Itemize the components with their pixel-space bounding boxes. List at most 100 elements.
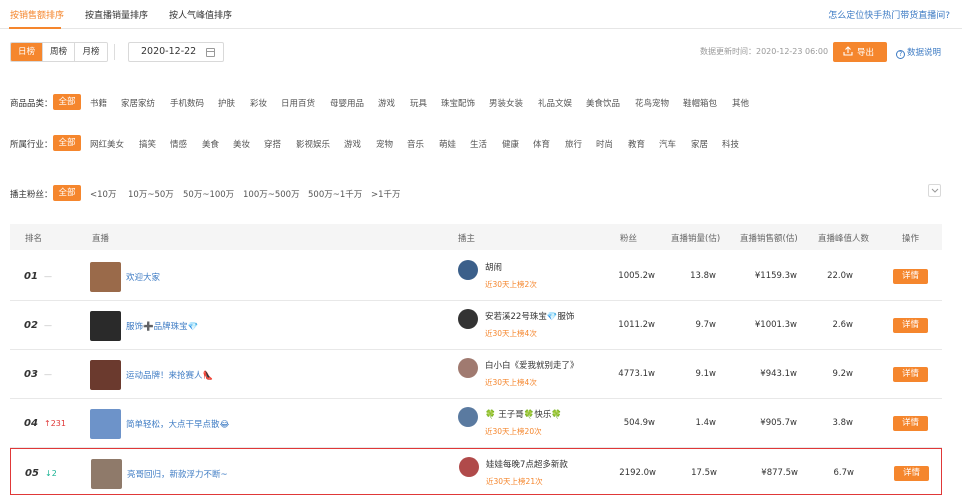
expand-filters-button[interactable] [928,184,941,197]
streamer-name[interactable]: 娃娃每晚7点超多新款 [486,458,568,470]
fans-option[interactable]: 10万~50万 [128,188,174,200]
data-description-link[interactable]: ? 数据说明 [896,46,941,59]
industry-option[interactable]: 旅行 [565,138,582,150]
detail-button[interactable]: 详情 [894,466,929,481]
category-option[interactable]: 花鸟宠物 [635,97,669,109]
streamer-avatar[interactable] [458,358,478,378]
industry-option[interactable]: 汽车 [659,138,676,150]
category-option[interactable]: 书籍 [90,97,107,109]
period-monthly-button[interactable]: 月榜 [75,43,107,61]
sales-volume: 1.4w [695,418,716,428]
live-thumbnail[interactable] [90,262,121,292]
live-title-link[interactable]: 亮哥回归，新款浮力不断~ [127,468,228,480]
live-title-link[interactable]: 运动品牌！来抢赛人👠 [126,369,213,381]
industry-option[interactable]: 美食 [202,138,219,150]
industry-filter-label: 所属行业： [10,140,53,150]
industry-option[interactable]: 萌娃 [439,138,456,150]
industry-option[interactable]: 科技 [722,138,739,150]
divider [114,44,115,60]
rank-trend: ↓2 [45,469,57,478]
category-option[interactable]: 手机数码 [170,97,204,109]
sales-amount: ¥905.7w [760,418,797,428]
streamer-name[interactable]: 安若溪22号珠宝💎服饰 [485,310,574,322]
recent-rank-count: 近30天上榜21次 [486,477,543,486]
industry-option[interactable]: 穿搭 [264,138,281,150]
live-thumbnail[interactable] [90,360,121,390]
header-action: 操作 [902,234,920,244]
live-thumbnail[interactable] [91,459,122,489]
category-option[interactable]: 其他 [732,97,749,109]
active-tab-underline [9,27,61,29]
streamer-name[interactable]: 🍀 王子哥🍀快乐🍀 [485,408,562,420]
tab-sort-by-peak-viewers[interactable]: 按人气峰值排序 [169,8,232,21]
header-streamer: 播主 [458,234,476,244]
streamer-avatar[interactable] [458,407,478,427]
industry-option[interactable]: 时尚 [596,138,613,150]
industry-option[interactable]: 美妆 [233,138,250,150]
recent-rank-count: 近30天上榜4次 [485,378,537,387]
tab-sort-by-sales-amount[interactable]: 按销售额排序 [10,8,64,21]
export-button[interactable]: 导出 [833,42,887,62]
category-option[interactable]: 男装女装 [489,97,523,109]
streamer-name[interactable]: 白小白《爱我就别走了》 [485,359,579,371]
category-option[interactable]: 护肤 [218,97,235,109]
streamer-avatar[interactable] [458,309,478,329]
detail-button[interactable]: 详情 [893,318,928,333]
streamer-name[interactable]: 胡闹 [485,261,502,273]
detail-button[interactable]: 详情 [893,416,928,431]
category-option[interactable]: 礼品文娱 [538,97,572,109]
industry-option[interactable]: 游戏 [344,138,361,150]
streamer-avatar[interactable] [459,457,479,477]
sales-amount: ¥877.5w [761,468,798,478]
help-link[interactable]: 怎么定位快手热门带货直播间? [828,8,950,21]
industry-option[interactable]: 搞笑 [139,138,156,150]
live-title-link[interactable]: 欢迎大家 [126,271,160,283]
date-picker[interactable]: 2020-12-22 [128,42,224,62]
category-option[interactable]: 日用百货 [281,97,315,109]
export-label: 导出 [857,48,875,58]
industry-option[interactable]: 教育 [628,138,645,150]
category-option[interactable]: 鞋帽箱包 [683,97,717,109]
industry-option[interactable]: 全部 [53,135,81,151]
detail-button[interactable]: 详情 [893,367,928,382]
industry-option[interactable]: 生活 [470,138,487,150]
fans-option[interactable]: <10万 [90,188,116,200]
fans-option[interactable]: 100万~500万 [243,188,300,200]
category-option[interactable]: 家居家纺 [121,97,155,109]
industry-option[interactable]: 网红美女 [90,138,124,150]
category-option[interactable]: 母婴用品 [330,97,364,109]
industry-option[interactable]: 体育 [533,138,550,150]
fans-option[interactable]: 50万~100万 [183,188,234,200]
industry-option[interactable]: 家居 [691,138,708,150]
recent-rank-count: 近30天上榜4次 [485,329,537,338]
table-row: 05 ↓2 亮哥回归，新款浮力不断~ 娃娃每晚7点超多新款 近30天上榜21次 … [10,448,942,495]
fans-option[interactable]: >1千万 [371,188,401,200]
industry-option[interactable]: 音乐 [407,138,424,150]
category-option[interactable]: 游戏 [378,97,395,109]
live-thumbnail[interactable] [90,409,121,439]
industry-option[interactable]: 影视娱乐 [296,138,330,150]
rank-number: 04 [24,418,38,429]
live-title-link[interactable]: 简单轻松，大点干早点散😂 [126,418,229,430]
live-title-link[interactable]: 服饰➕品牌珠宝💎 [126,320,198,332]
category-option[interactable]: 美食饮品 [586,97,620,109]
fans-count: 2192.0w [619,468,656,478]
industry-option[interactable]: 宠物 [376,138,393,150]
live-thumbnail[interactable] [90,311,121,341]
tab-sort-by-sales-volume[interactable]: 按直播销量排序 [85,8,148,21]
category-option[interactable]: 珠宝配饰 [441,97,475,109]
period-daily-button[interactable]: 日榜 [11,43,43,61]
period-weekly-button[interactable]: 周榜 [43,43,75,61]
industry-option[interactable]: 健康 [502,138,519,150]
fans-count: 4773.1w [618,369,655,379]
category-option[interactable]: 全部 [53,94,81,110]
category-option[interactable]: 玩具 [410,97,427,109]
detail-button[interactable]: 详情 [893,269,928,284]
streamer-avatar[interactable] [458,260,478,280]
header-peak-viewers: 直播峰值人数 [818,234,870,244]
industry-option[interactable]: 情感 [170,138,187,150]
fans-option[interactable]: 全部 [53,185,81,201]
fans-option[interactable]: 500万~1千万 [308,188,362,200]
category-option[interactable]: 彩妆 [250,97,267,109]
fans-filter-label: 播主粉丝： [10,190,53,200]
